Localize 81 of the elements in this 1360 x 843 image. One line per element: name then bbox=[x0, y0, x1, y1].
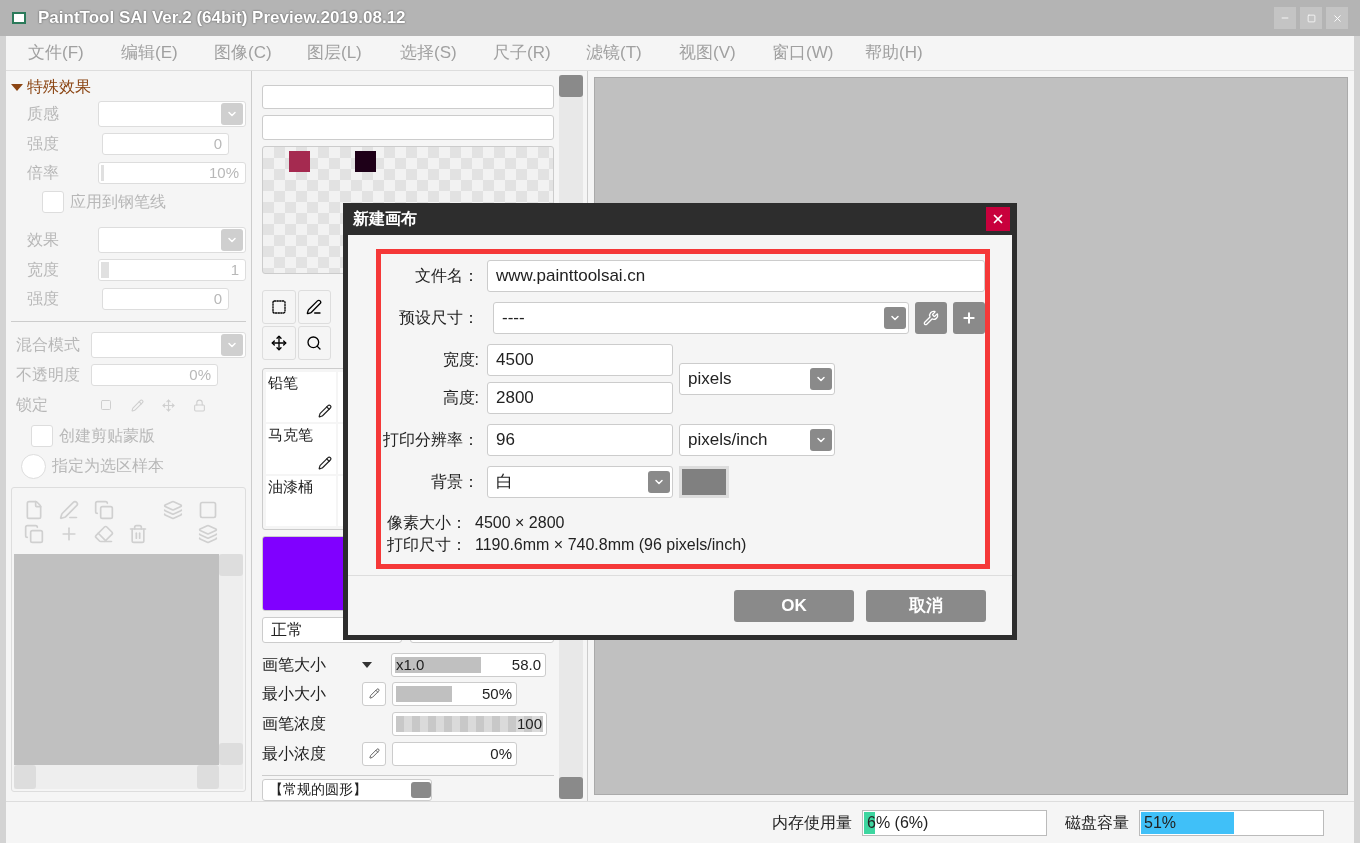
info-label: 像素大小： bbox=[386, 513, 468, 533]
checkbox-label: 创建剪贴蒙版 bbox=[59, 426, 155, 446]
param-slider[interactable]: x1.0 58.0 bbox=[391, 653, 546, 677]
maximize-button[interactable] bbox=[1300, 7, 1322, 29]
print-size-text: 1190.6mm × 740.8mm (96 pixels/inch) bbox=[475, 535, 747, 555]
window-title: PaintTool SAI Ver.2 (64bit) Preview.2019.08.12 bbox=[38, 7, 406, 30]
preset-dropdown[interactable]: ---- bbox=[493, 302, 909, 334]
status-label: 磁盘容量 bbox=[1065, 812, 1129, 833]
field-label: 不透明度 bbox=[16, 364, 81, 385]
rectangle-select-icon[interactable] bbox=[262, 289, 296, 324]
param-slider[interactable]: 100 bbox=[392, 712, 547, 736]
background-dropdown[interactable]: 白 bbox=[487, 466, 673, 498]
pen-layer-icon[interactable] bbox=[58, 500, 79, 520]
brush-tool[interactable]: 铅笔 bbox=[266, 371, 336, 422]
horizontal-scrollbar[interactable] bbox=[14, 765, 243, 789]
pixel-size-text: 4500 × 2800 bbox=[475, 513, 565, 533]
brush-tool[interactable]: 油漆桶 bbox=[266, 475, 336, 526]
app-icon bbox=[12, 12, 26, 24]
move-icon[interactable] bbox=[262, 325, 296, 360]
info-label: 打印尺寸： bbox=[386, 535, 468, 555]
field-label: 混合模式 bbox=[16, 335, 81, 355]
duplicate-icon[interactable] bbox=[198, 524, 219, 544]
wrench-button[interactable] bbox=[915, 302, 947, 334]
param-slider[interactable]: 0% bbox=[392, 742, 517, 766]
pencil-icon bbox=[317, 403, 332, 418]
field-label: 文件名： bbox=[414, 266, 480, 286]
field-label: 倍率 bbox=[27, 162, 60, 183]
param-label: 画笔浓度 bbox=[262, 714, 327, 734]
radio-button[interactable] bbox=[21, 453, 46, 479]
checkbox[interactable] bbox=[31, 425, 53, 447]
plus-icon bbox=[961, 310, 977, 326]
filename-field[interactable]: www.painttoolsai.cn bbox=[487, 260, 985, 292]
param-label: 最小大小 bbox=[262, 684, 327, 704]
checkbox-label: 应用到钢笔线 bbox=[70, 192, 166, 212]
trash-icon[interactable] bbox=[128, 524, 149, 544]
pressure-icon[interactable] bbox=[362, 742, 386, 766]
field-label: 强度 bbox=[27, 288, 60, 309]
close-icon bbox=[991, 212, 1005, 226]
radio-label: 指定为选区样本 bbox=[52, 456, 164, 476]
field-label: 质感 bbox=[27, 104, 60, 124]
background-color-swatch[interactable] bbox=[679, 466, 729, 498]
usage-meter: 51% bbox=[1139, 809, 1324, 836]
unit-dropdown[interactable]: pixels bbox=[679, 363, 835, 395]
param-label: 画笔大小 bbox=[262, 655, 327, 675]
eraser-icon[interactable] bbox=[93, 524, 114, 544]
wrench-icon bbox=[923, 310, 939, 326]
height-field[interactable]: 2800 bbox=[487, 382, 673, 414]
field-label: 强度 bbox=[27, 133, 60, 154]
width-field[interactable]: 4500 bbox=[487, 344, 673, 376]
param-label: 最小浓度 bbox=[262, 744, 327, 764]
field-label: 打印分辨率： bbox=[383, 430, 480, 450]
dropdown[interactable] bbox=[91, 332, 246, 358]
scrollbar[interactable] bbox=[219, 554, 243, 765]
color-swatch[interactable] bbox=[355, 150, 376, 172]
slider-track[interactable] bbox=[262, 115, 554, 140]
brush-shape-dropdown[interactable]: 【常规的圆形】 bbox=[262, 779, 432, 801]
pencil-icon bbox=[317, 455, 332, 470]
pressure-icon[interactable] bbox=[362, 682, 386, 706]
caret-icon[interactable] bbox=[362, 662, 372, 668]
add-button[interactable] bbox=[953, 302, 985, 334]
maximize-icon bbox=[1306, 13, 1316, 23]
field-label: 效果 bbox=[27, 230, 60, 250]
resolution-field[interactable]: 96 bbox=[487, 424, 673, 456]
close-button[interactable] bbox=[986, 207, 1010, 231]
new-layer-icon[interactable] bbox=[24, 500, 44, 520]
param-slider[interactable]: 50% bbox=[392, 682, 517, 706]
status-label: 内存使用量 bbox=[772, 812, 852, 833]
brush-tool[interactable]: 马克笔 bbox=[266, 423, 336, 474]
field-label: 高度: bbox=[441, 388, 480, 408]
field-label: 宽度 bbox=[27, 259, 60, 280]
field-label: 宽度: bbox=[441, 350, 480, 370]
slider-track[interactable] bbox=[262, 85, 554, 110]
dialog-title: 新建画布 bbox=[353, 209, 417, 229]
minimize-button[interactable] bbox=[1274, 7, 1296, 29]
color-swatch[interactable] bbox=[289, 150, 310, 172]
resolution-unit-dropdown[interactable]: pixels/inch bbox=[679, 424, 835, 456]
field-label: 背景： bbox=[430, 472, 480, 492]
field-label: 锁定 bbox=[16, 395, 49, 415]
search-icon[interactable] bbox=[297, 325, 331, 360]
field-label: 预设尺寸： bbox=[398, 308, 480, 328]
close-icon bbox=[1331, 12, 1343, 24]
